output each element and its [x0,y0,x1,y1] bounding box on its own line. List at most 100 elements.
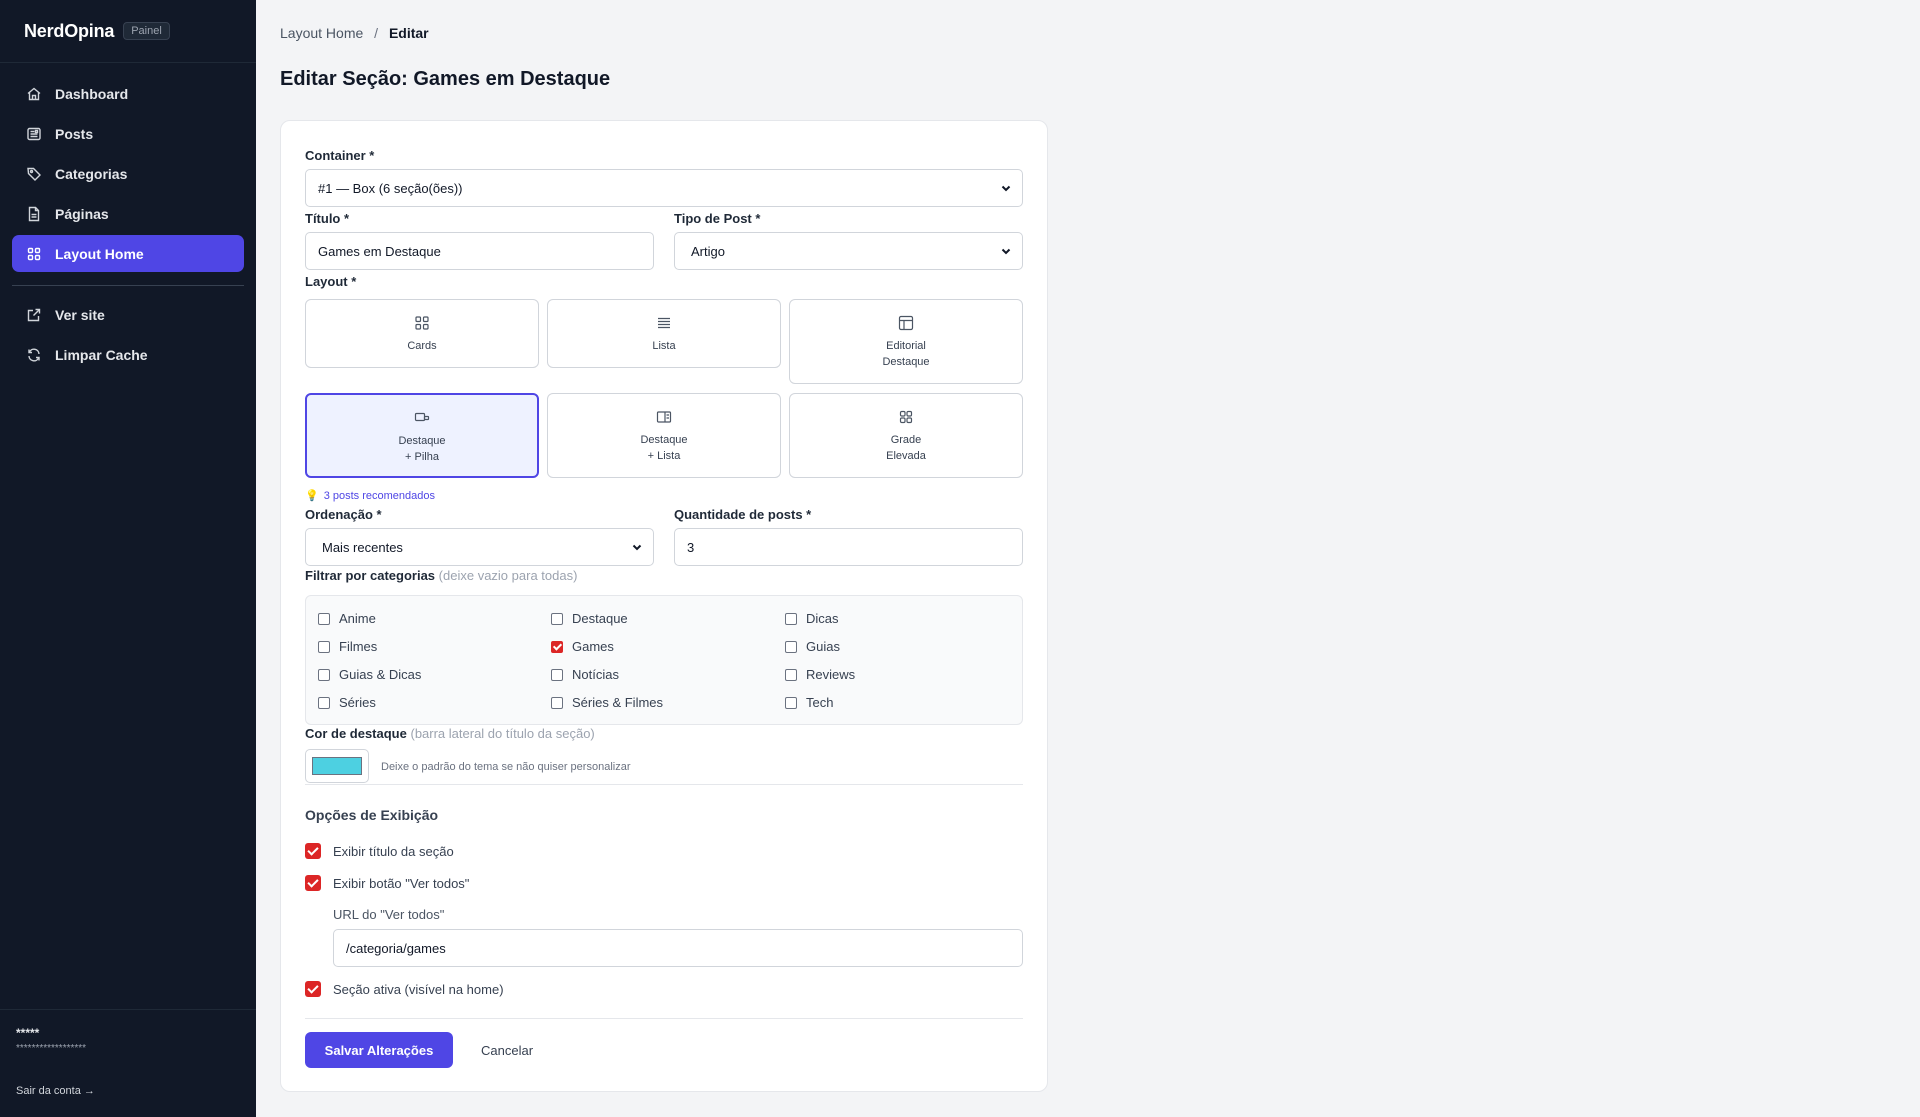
option-label: Exibir botão "Ver todos" [333,875,470,891]
save-button[interactable]: Salvar Alterações [305,1032,453,1068]
checkbox[interactable] [785,668,797,681]
layout-option-editorial-destaque[interactable]: Editorial Destaque [789,299,1023,384]
option-show-ver-todos[interactable]: Exibir botão "Ver todos" [305,875,469,891]
sidebar-item-categorias[interactable]: Categorias [12,155,244,192]
recommended-hint: 💡 3 posts recomendados [305,489,435,503]
checkbox[interactable] [318,696,330,709]
breadcrumb-separator: / [374,25,379,41]
sidebar-item-layout-home[interactable]: Layout Home [12,235,244,272]
category-label: Notícias [572,667,619,682]
category-checkbox-guias[interactable]: Guias [785,639,840,654]
user-email: ****************** [16,1043,87,1054]
category-checkbox-destaque[interactable]: Destaque [551,611,628,626]
container-label: Container * [305,148,375,163]
layout-option-destaque-pilha[interactable]: Destaque + Pilha [305,393,539,478]
ordenacao-label: Ordenação * [305,507,382,522]
container-value: #1 — Box (6 seção(ões)) [318,180,463,196]
checkbox-checked[interactable] [305,875,321,891]
quantidade-input[interactable]: 3 [674,528,1023,566]
checkbox[interactable] [785,696,797,709]
tipo-post-select[interactable]: Artigo [674,232,1023,270]
titulo-value: Games em Destaque [318,243,441,259]
category-checkbox-games[interactable]: Games [551,639,614,654]
checkbox[interactable] [551,612,563,625]
category-checkbox-reviews[interactable]: Reviews [785,667,855,682]
layout-option-lista[interactable]: Lista [547,299,781,368]
checkbox[interactable] [551,668,563,681]
document-icon [26,206,42,222]
checkbox[interactable] [785,640,797,653]
option-show-title[interactable]: Exibir título da seção [305,843,454,859]
breadcrumb-current: Editar [388,25,429,41]
divider [305,1018,1023,1019]
feature-list-icon [656,411,672,423]
ordenacao-select[interactable]: Mais recentes [305,528,654,566]
page-title: Editar Seção: Games em Destaque [280,68,611,90]
sidebar-item-ver-site[interactable]: Ver site [12,296,244,333]
main-content: Layout Home / Editar Editar Seção: Games… [256,0,1920,1117]
user-name: ***** [16,1026,40,1040]
category-checkbox-filmes[interactable]: Filmes [318,639,377,654]
checkbox[interactable] [551,696,563,709]
layout-option-label: Editorial Destaque [882,338,929,370]
cor-hint: (barra lateral do título da seção) [410,726,595,741]
checkbox-checked[interactable] [305,843,321,859]
checkbox[interactable] [318,668,330,681]
category-checkbox-dicas[interactable]: Dicas [785,611,839,626]
layout-option-label-line: Editorial [886,340,926,352]
brand-name[interactable]: NerdOpina [24,21,114,42]
url-value: /categoria/games [346,940,446,956]
sidebar-nav: Dashboard Posts Categorias Páginas Layou… [0,63,256,287]
sidebar-item-label: Dashboard [55,85,129,102]
sidebar-divider [12,285,244,286]
sidebar-secondary-nav: Ver site Limpar Cache [0,296,256,388]
brand: NerdOpina Painel [0,0,256,63]
checkbox[interactable] [318,612,330,625]
url-input[interactable]: /categoria/games [333,929,1023,967]
layout-option-label-line: + Pilha [405,451,439,463]
lightbulb-icon: 💡 [305,490,319,502]
category-label: Tech [806,695,834,710]
category-label: Destaque [572,611,628,626]
breadcrumb-parent[interactable]: Layout Home [280,25,363,41]
category-filter-box: Anime Destaque Dicas Filmes Games Guias … [305,595,1023,725]
layout-option-cards[interactable]: Cards [305,299,539,368]
layout-option-destaque-lista[interactable]: Destaque + Lista [547,393,781,478]
filtro-hint: (deixe vazio para todas) [438,568,578,583]
divider [305,784,1023,785]
layout-option-grade-elevada[interactable]: Grade Elevada [789,393,1023,478]
container-select[interactable]: #1 — Box (6 seção(ões)) [305,169,1023,207]
display-options-title: Opções de Exibição [305,807,439,823]
category-checkbox-tech[interactable]: Tech [785,695,833,710]
refresh-icon [26,347,42,363]
category-checkbox-guias-dicas[interactable]: Guias & Dicas [318,667,421,682]
sidebar-item-label: Limpar Cache [55,346,148,363]
sidebar-item-paginas[interactable]: Páginas [12,195,244,232]
category-checkbox-anime[interactable]: Anime [318,611,376,626]
checkbox[interactable] [318,640,330,653]
category-checkbox-noticias[interactable]: Notícias [551,667,619,682]
titulo-input[interactable]: Games em Destaque [305,232,654,270]
sidebar-item-label: Posts [55,125,94,142]
filtro-label-text: Filtrar por categorias [305,568,436,583]
external-link-icon [26,307,42,323]
layout-option-label: Lista [652,340,676,352]
sidebar-item-limpar-cache[interactable]: Limpar Cache [12,336,244,373]
sidebar-item-dashboard[interactable]: Dashboard [12,75,244,112]
chevron-down-icon [1001,248,1011,255]
checkbox-checked[interactable] [305,981,321,997]
cancel-button[interactable]: Cancelar [481,1032,533,1068]
category-checkbox-series[interactable]: Séries [318,695,376,710]
checkbox-checked[interactable] [551,640,563,653]
color-help-text: Deixe o padrão do tema se não quiser per… [381,761,631,773]
category-label: Dicas [806,611,839,626]
quantidade-value: 3 [687,539,695,555]
category-label: Guias & Dicas [339,667,422,682]
option-section-active[interactable]: Seção ativa (visível na home) [305,981,504,997]
color-picker[interactable] [305,749,369,783]
filtro-label: Filtrar por categorias (deixe vazio para… [305,568,577,583]
logout-link[interactable]: Sair da conta → [16,1085,95,1097]
category-checkbox-series-filmes[interactable]: Séries & Filmes [551,695,663,710]
sidebar-item-posts[interactable]: Posts [12,115,244,152]
checkbox[interactable] [785,612,797,625]
